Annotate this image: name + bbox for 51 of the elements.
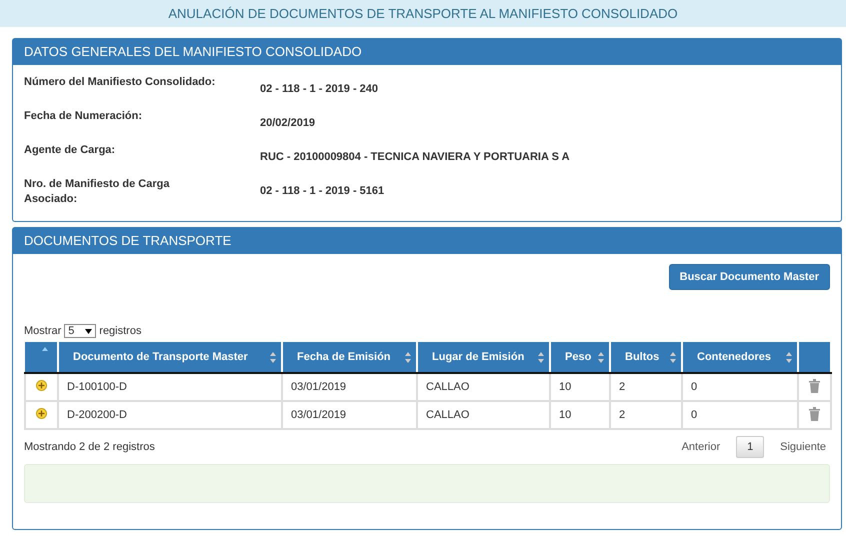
sort-icon [42,347,48,351]
length-label: registros [99,325,142,337]
next-link[interactable]: Siguiente [776,437,830,457]
length-label: Mostrar [24,325,62,337]
panel-heading: DOCUMENTOS DE TRANSPORTE [13,228,841,254]
sort-icon [538,352,544,363]
table-cell: D-200200-D [58,401,282,429]
column-header[interactable]: Contenedores [682,342,798,373]
search-master-button[interactable]: Buscar Documento Master [668,264,830,290]
column-header[interactable] [25,342,58,373]
table-cell: D-100100-D [58,373,282,401]
table-cell: CALLAO [417,401,550,429]
table-cell: CALLAO [417,373,550,401]
field-value: 02 - 118 - 1 - 2019 - 5161 [260,184,386,199]
trash-icon[interactable] [809,378,820,392]
column-header [798,342,831,373]
expand-icon[interactable] [36,408,47,419]
field-label: Nro. de Manifiesto de Carga Asociado: [24,177,170,207]
panel-heading: DATOS GENERALES DEL MANIFIESTO CONSOLIDADO [13,39,841,65]
table-cell: 0 [682,373,798,401]
table-cell: 10 [550,373,610,401]
column-header[interactable]: Documento de Transporte Master [58,342,282,373]
page-button[interactable]: 1 [736,436,764,458]
page-title: ANULACIÓN DE DOCUMENTOS DE TRANSPORTE AL MANIFIESTO CONSOLIDADO [0,0,846,27]
field-value: 02 - 118 - 1 - 2019 - 240 [260,82,380,95]
column-header[interactable]: Bultos [610,342,682,373]
sort-icon [270,352,276,363]
sort-icon [598,352,604,363]
field-label: Agente de Carga: [24,143,116,158]
field-value: RUC - 20100009804 - TECNICA NAVIERA Y PORTUARIA S A [260,150,571,163]
field-label: Fecha de Numeración: [24,109,143,124]
caret-icon [85,328,92,334]
expand-icon[interactable] [36,380,47,391]
field-label: Número del Manifiesto Consolidado: [24,75,216,90]
sort-icon [670,352,676,363]
previous-link[interactable]: Anterior [678,437,724,457]
table-cell: 0 [682,401,798,429]
field-value: 20/02/2019 [260,116,316,129]
sort-icon [786,352,792,363]
column-header[interactable]: Lugar de Emisión [417,342,550,373]
table-cell: 2 [610,373,682,401]
table-cell: 03/01/2019 [282,401,417,429]
column-header[interactable]: Fecha de Emisión [282,342,417,373]
trash-icon[interactable] [809,406,820,420]
table-cell: 10 [550,401,610,429]
sort-icon [405,352,411,363]
page-size-select[interactable]: 5 [64,324,96,338]
table-cell: 03/01/2019 [282,373,417,401]
column-header[interactable]: Peso [550,342,610,373]
table-info: Mostrando 2 de 2 registros [24,441,155,453]
table-cell: 2 [610,401,682,429]
